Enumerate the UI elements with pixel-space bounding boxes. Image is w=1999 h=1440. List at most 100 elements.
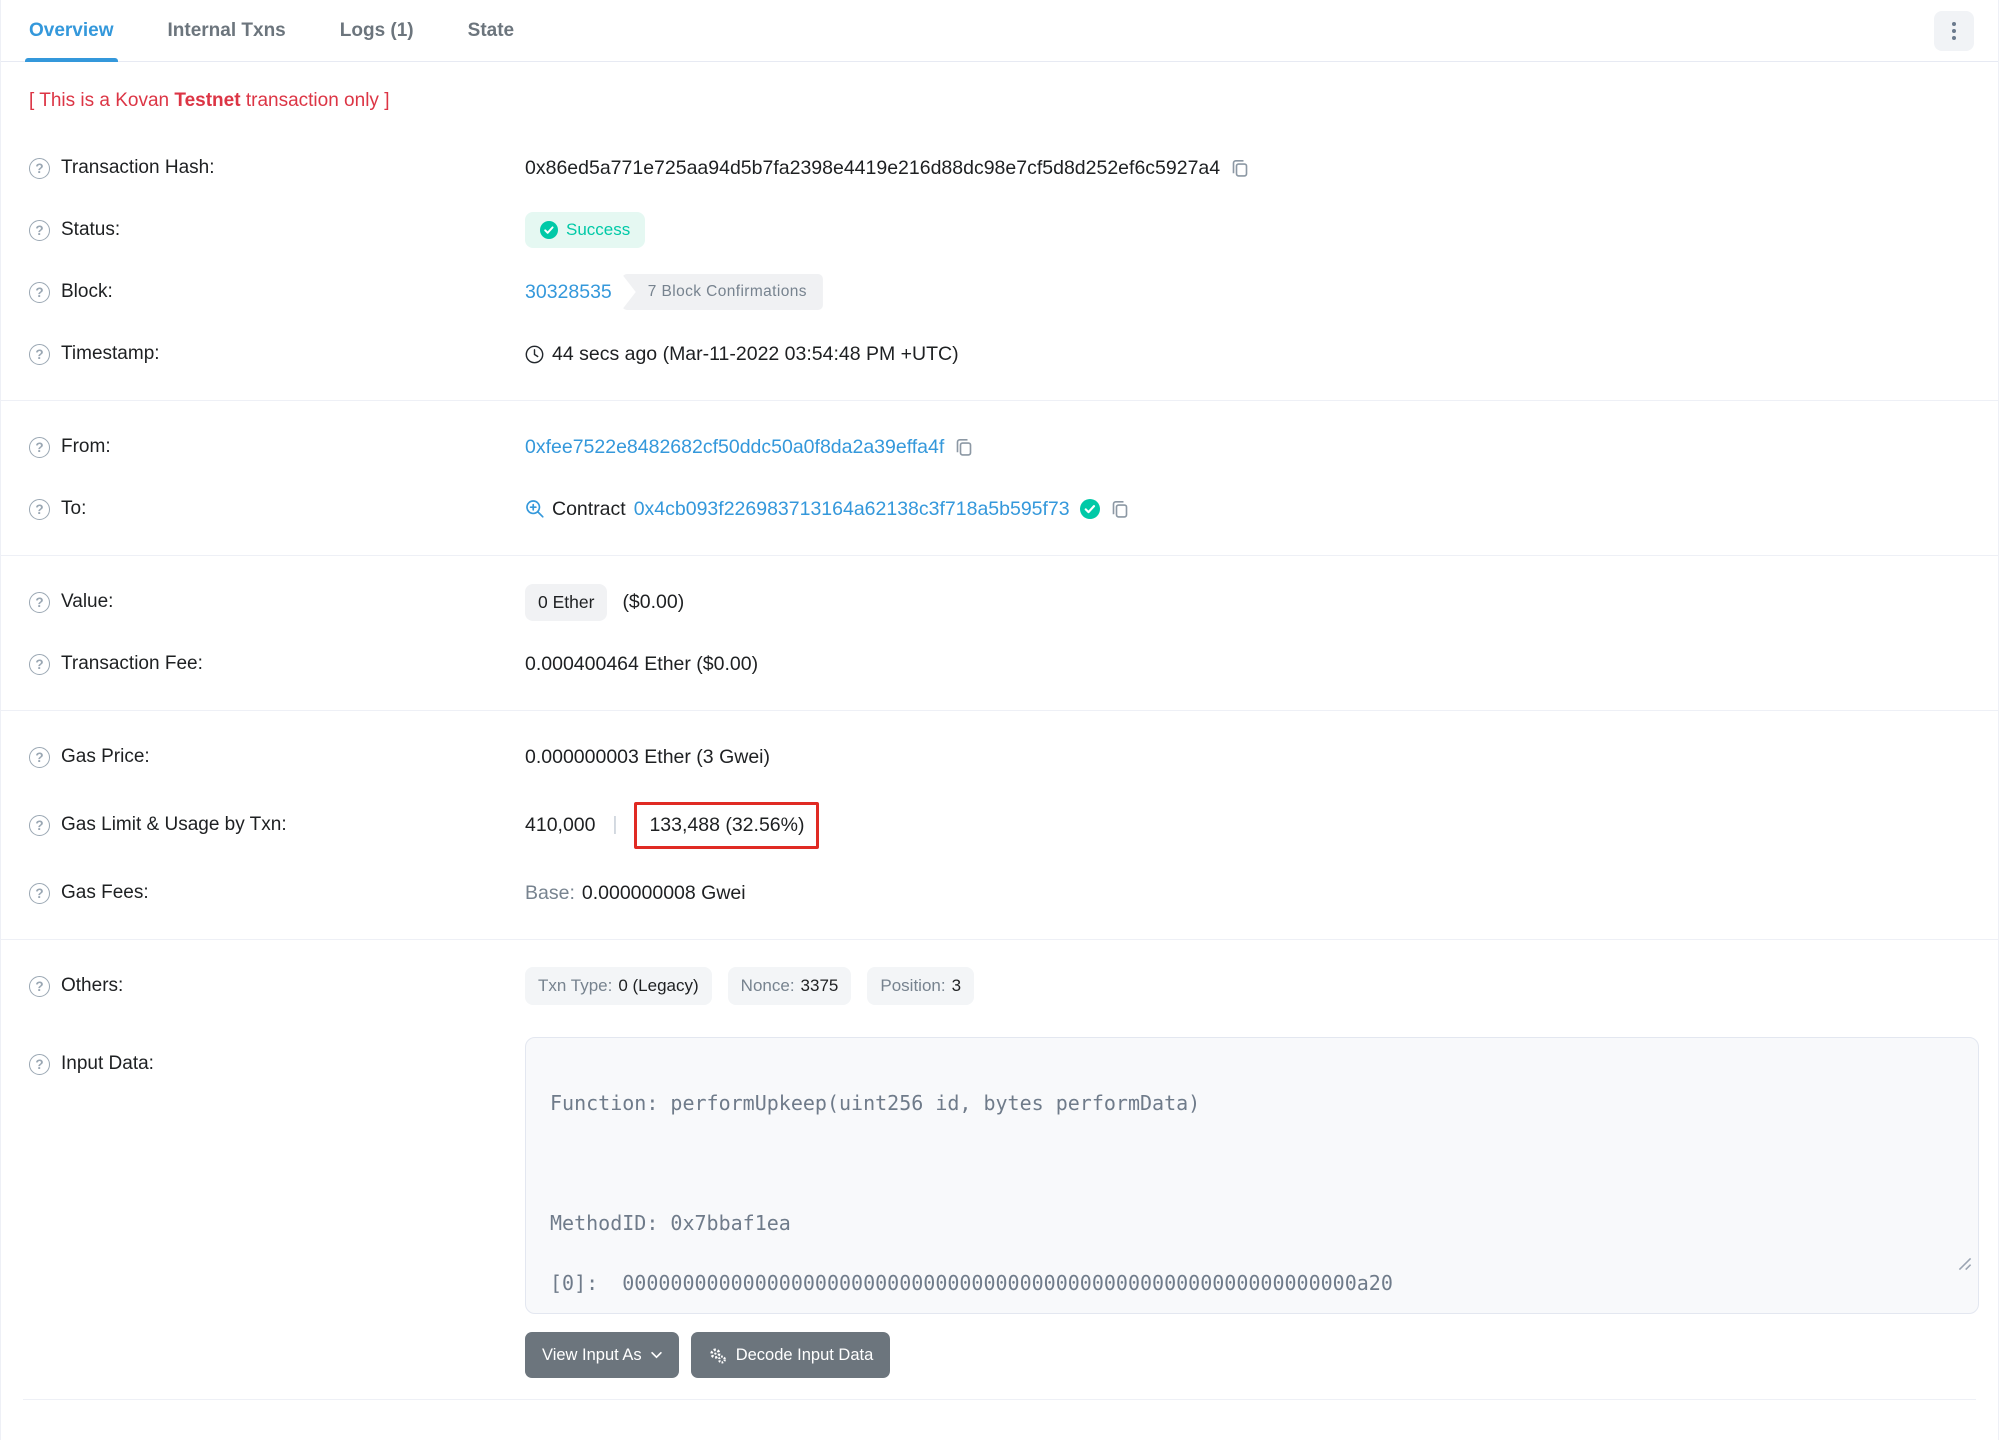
txn-type-key: Txn Type: <box>538 976 613 995</box>
view-input-as-label: View Input As <box>542 1345 642 1364</box>
input-line: [0]: 00000000000000000000000000000000000… <box>550 1271 1393 1295</box>
gas-fees-base-value: 0.000000008 Gwei <box>581 881 746 904</box>
ether-value-badge: 0 Ether <box>525 583 608 621</box>
copy-icon[interactable] <box>954 437 974 457</box>
to-contract-word: Contract <box>552 497 626 520</box>
input-line: Function: performUpkeep(uint256 id, byte… <box>550 1091 1201 1115</box>
help-icon[interactable] <box>29 653 50 675</box>
copy-icon[interactable] <box>1110 499 1130 519</box>
row-input-data: Input Data: Function: performUpkeep(uint… <box>29 1037 1979 1378</box>
notice-bold: Testnet <box>174 90 241 111</box>
bottom-spacer <box>1 1400 1998 1440</box>
notice-prefix: [ This is a Kovan <box>29 90 175 111</box>
verified-check-icon <box>1079 499 1100 519</box>
transaction-detail-card: Overview Internal Txns Logs (1) State [ … <box>0 0 1999 1440</box>
gas-price-label: Gas Price: <box>61 746 150 767</box>
help-icon[interactable] <box>29 882 50 904</box>
txn-type-value: 0 (Legacy) <box>618 976 699 995</box>
clock-icon <box>525 345 544 364</box>
row-block: Block: 30328535 7 Block Confirmations <box>29 261 1970 323</box>
usd-value: ($0.00) <box>622 590 685 613</box>
section-others-input: Others: Txn Type: 0 (Legacy) Nonce: 3375… <box>1 940 1998 1393</box>
from-label: From: <box>61 436 111 457</box>
tab-internal-txns[interactable]: Internal Txns <box>164 0 290 61</box>
help-icon[interactable] <box>29 498 50 520</box>
view-input-as-button[interactable]: View Input As <box>525 1332 679 1378</box>
resize-handle[interactable] <box>1814 1219 1973 1309</box>
help-icon[interactable] <box>29 975 50 997</box>
copy-icon[interactable] <box>1230 158 1250 178</box>
notice-suffix: transaction only ] <box>240 90 390 111</box>
gas-limit-label: Gas Limit & Usage by Txn: <box>61 814 287 835</box>
row-status: Status: Success <box>29 199 1970 261</box>
tab-bar: Overview Internal Txns Logs (1) State <box>1 0 1998 62</box>
input-data-label: Input Data: <box>61 1053 154 1074</box>
to-label: To: <box>61 498 87 519</box>
tab-logs[interactable]: Logs (1) <box>336 0 418 61</box>
gas-fees-base-label: Base: <box>525 881 575 904</box>
separator-bar: | <box>612 814 618 835</box>
position-badge: Position: 3 <box>867 967 975 1005</box>
gears-icon <box>710 1348 726 1363</box>
row-to: To: Contract 0x4cb093f226983713164a62138… <box>29 478 1970 540</box>
more-options-button[interactable] <box>1934 10 1974 51</box>
section-gas: Gas Price: 0.000000003 Ether (3 Gwei) Ga… <box>1 711 1998 939</box>
block-confirmations-badge: 7 Block Confirmations <box>621 274 823 310</box>
timestamp-value: 44 secs ago (Mar-11-2022 03:54:48 PM +UT… <box>552 342 959 365</box>
row-gas-fees: Gas Fees: Base: 0.000000008 Gwei <box>29 862 1970 924</box>
help-icon[interactable] <box>29 343 50 365</box>
input-line <box>550 1148 1954 1178</box>
block-number-link[interactable]: 30328535 <box>525 281 612 304</box>
value-label: Value: <box>61 591 114 612</box>
row-from: From: 0xfee7522e8482682cf50ddc50a0f8da2a… <box>29 416 1970 478</box>
input-data-textarea[interactable]: Function: performUpkeep(uint256 id, byte… <box>525 1037 1979 1314</box>
tab-overview[interactable]: Overview <box>25 0 118 62</box>
input-line: MethodID: 0x7bbaf1ea <box>550 1211 791 1235</box>
help-icon[interactable] <box>29 157 50 179</box>
transaction-fee-label: Transaction Fee: <box>61 653 203 674</box>
help-icon[interactable] <box>29 746 50 768</box>
chevron-down-icon <box>650 1351 662 1359</box>
transaction-fee-value: 0.000400464 Ether ($0.00) <box>525 652 759 675</box>
help-icon[interactable] <box>29 814 50 836</box>
gas-usage-value: 133,488 (32.56%) <box>649 813 805 836</box>
to-address-link[interactable]: 0x4cb093f226983713164a62138c3f718a5b595f… <box>634 498 1070 521</box>
txn-type-badge: Txn Type: 0 (Legacy) <box>525 967 712 1005</box>
row-others: Others: Txn Type: 0 (Legacy) Nonce: 3375… <box>29 955 1970 1017</box>
status-badge: Success <box>525 212 646 248</box>
gas-price-value: 0.000000003 Ether (3 Gwei) <box>525 745 770 768</box>
status-text: Success <box>566 220 631 239</box>
testnet-notice: [ This is a Kovan Testnet transaction on… <box>1 62 1998 122</box>
help-icon[interactable] <box>29 591 50 613</box>
gas-limit-value: 410,000 <box>525 813 596 836</box>
help-icon[interactable] <box>29 219 50 241</box>
block-label: Block: <box>61 281 113 302</box>
gas-usage-annotation-box: 133,488 (32.56%) <box>634 801 820 849</box>
tab-state[interactable]: State <box>464 0 518 61</box>
zoom-in-icon[interactable] <box>525 499 545 519</box>
section-addresses: From: 0xfee7522e8482682cf50ddc50a0f8da2a… <box>1 401 1998 555</box>
row-transaction-fee: Transaction Fee: 0.000400464 Ether ($0.0… <box>29 633 1970 695</box>
section-summary: Transaction Hash: 0x86ed5a771e725aa94d5b… <box>1 122 1998 400</box>
row-value: Value: 0 Ether ($0.00) <box>29 571 1970 633</box>
nonce-key: Nonce: <box>740 976 795 995</box>
row-gas-price: Gas Price: 0.000000003 Ether (3 Gwei) <box>29 726 1970 788</box>
row-transaction-hash: Transaction Hash: 0x86ed5a771e725aa94d5b… <box>29 137 1970 199</box>
decode-input-data-button[interactable]: Decode Input Data <box>690 1332 891 1378</box>
status-label: Status: <box>61 219 121 240</box>
decode-input-data-label: Decode Input Data <box>735 1345 874 1364</box>
help-icon[interactable] <box>29 1053 50 1075</box>
position-value: 3 <box>951 976 962 995</box>
section-value: Value: 0 Ether ($0.00) Transaction Fee: … <box>1 556 1998 710</box>
from-address-link[interactable]: 0xfee7522e8482682cf50ddc50a0f8da2a39effa… <box>525 436 944 459</box>
others-label: Others: <box>61 975 124 996</box>
gas-fees-label: Gas Fees: <box>61 882 149 903</box>
nonce-value: 3375 <box>800 976 839 995</box>
nonce-badge: Nonce: 3375 <box>727 967 852 1005</box>
check-circle-icon <box>540 221 558 239</box>
row-gas-limit-usage: Gas Limit & Usage by Txn: 410,000 | 133,… <box>29 788 1970 862</box>
help-icon[interactable] <box>29 436 50 458</box>
timestamp-label: Timestamp: <box>61 343 160 364</box>
help-icon[interactable] <box>29 281 50 303</box>
transaction-hash-label: Transaction Hash: <box>61 157 215 178</box>
